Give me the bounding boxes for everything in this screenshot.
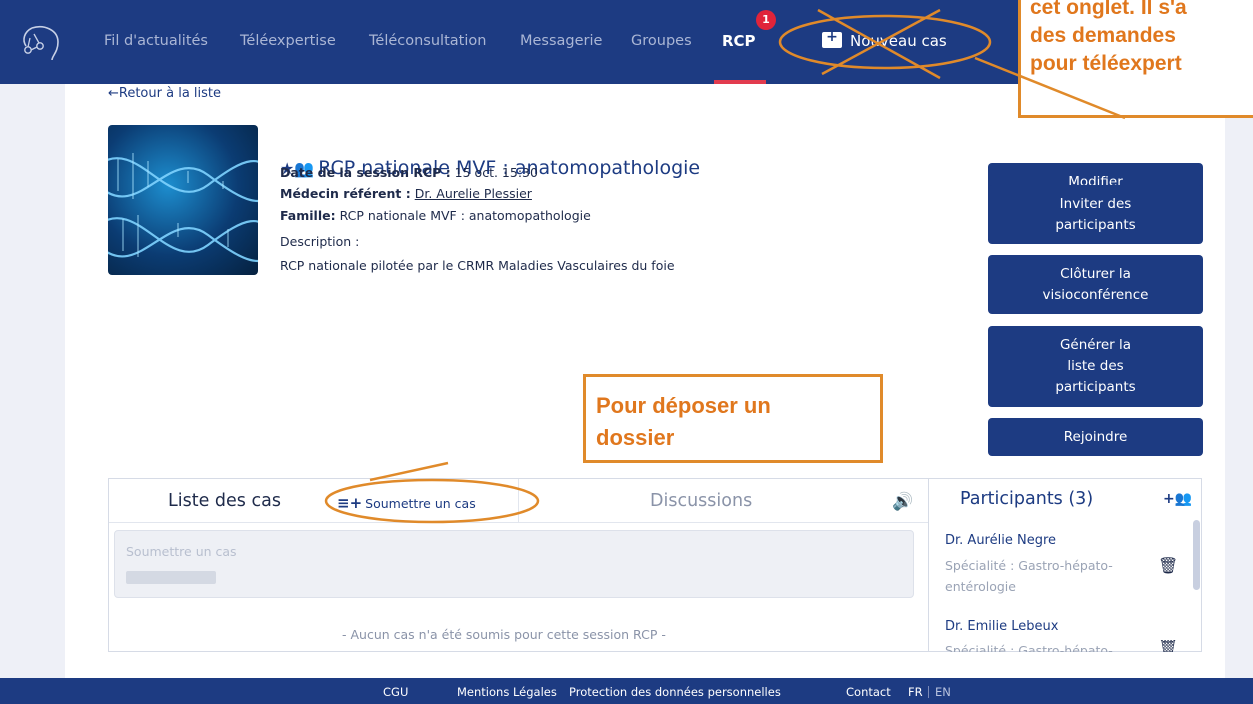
submit-case-link[interactable]: ≡+ Soumettre un cas — [337, 494, 476, 512]
delete-participant-icon[interactable]: 🗑 — [1158, 556, 1178, 575]
delete-participant-icon[interactable]: 🗑 — [1158, 640, 1178, 652]
submit-case-placeholder-bar — [126, 571, 216, 584]
tab-divider — [518, 479, 519, 523]
participant-name: Dr. Emilie Lebeux — [945, 619, 1059, 634]
submit-case-box[interactable] — [114, 530, 914, 598]
nav-tab-teleexpertise[interactable]: Téléexpertise — [240, 33, 336, 49]
delete-participant-clip: 🗑 — [1158, 640, 1188, 652]
nav-tab-newsfeed[interactable]: Fil d'actualités — [104, 33, 208, 49]
back-to-list-link[interactable]: ←Retour à la liste — [108, 86, 221, 101]
app-logo-icon[interactable] — [18, 22, 64, 62]
rcp-notification-badge: 1 — [756, 10, 776, 30]
speaker-icon[interactable]: 🔊 — [892, 492, 913, 512]
lang-en[interactable]: EN — [935, 685, 951, 699]
lang-separator — [928, 686, 929, 698]
new-case-button[interactable]: Nouveau cas — [822, 29, 947, 50]
close-videoconference-button[interactable]: Clôturer la visioconférence — [988, 255, 1203, 314]
tab-case-list[interactable]: Liste des cas — [168, 491, 281, 511]
rcp-dna-image — [108, 125, 258, 275]
nav-tab-messaging[interactable]: Messagerie — [520, 33, 602, 49]
participant-name: Dr. Aurélie Negre — [945, 533, 1057, 548]
family-line: Famille: RCP nationale MVF : anatomopath… — [280, 208, 591, 223]
panel-divider — [928, 479, 929, 652]
nav-tab-teleconsultation[interactable]: Téléconsultation — [369, 33, 486, 49]
footer-link-privacy[interactable]: Protection des données personnelles — [569, 685, 781, 699]
annotation-callout-mid-text: Pour déposer un dossier — [596, 393, 771, 450]
footer-link-cgu[interactable]: CGU — [383, 685, 408, 699]
generate-participants-list-button[interactable]: Générer la liste des participants — [988, 326, 1203, 407]
add-folder-icon — [822, 29, 842, 48]
referent-doctor-link[interactable]: Dr. Aurelie Plessier — [415, 186, 532, 201]
participant-specialty: Spécialité : Gastro-hépato-entérologie — [945, 558, 1113, 594]
footer-link-contact[interactable]: Contact — [846, 685, 891, 699]
join-button[interactable]: Rejoindre — [988, 418, 1203, 456]
nav-tab-groups[interactable]: Groupes — [631, 33, 692, 49]
session-date-line: Date de la session RCP : 15 oct. 15:30 — [280, 165, 538, 180]
new-case-label: Nouveau cas — [850, 32, 947, 50]
submit-case-box-label: Soumettre un cas — [126, 544, 237, 559]
tab-discussions[interactable]: Discussions — [650, 491, 752, 511]
add-participant-icon[interactable]: +👥 — [1163, 491, 1192, 507]
annotation-callout-top-text: cet onglet. Il s'a des demandes pour tél… — [1030, 0, 1187, 75]
description-label: Description : — [280, 234, 360, 249]
empty-cases-message: - Aucun cas n'a été soumis pour cette se… — [342, 627, 666, 642]
participant-specialty-clipped: Spécialité : Gastro-hépato- — [945, 643, 1113, 652]
invite-participants-button[interactable]: Inviter des participants — [988, 185, 1203, 244]
lang-fr[interactable]: FR — [908, 685, 923, 699]
participants-title: Participants (3) — [960, 489, 1094, 509]
dna-helix-icon — [108, 153, 258, 263]
add-list-icon: ≡+ — [337, 494, 363, 512]
description-text: RCP nationale pilotée par le CRMR Maladi… — [280, 258, 675, 273]
referent-doctor-line: Médecin référent : Dr. Aurelie Plessier — [280, 186, 532, 201]
footer-link-legal[interactable]: Mentions Légales — [457, 685, 557, 699]
participants-scrollbar[interactable] — [1193, 520, 1200, 590]
nav-tab-rcp[interactable]: RCP — [722, 32, 756, 50]
tab-header-divider — [109, 522, 928, 523]
